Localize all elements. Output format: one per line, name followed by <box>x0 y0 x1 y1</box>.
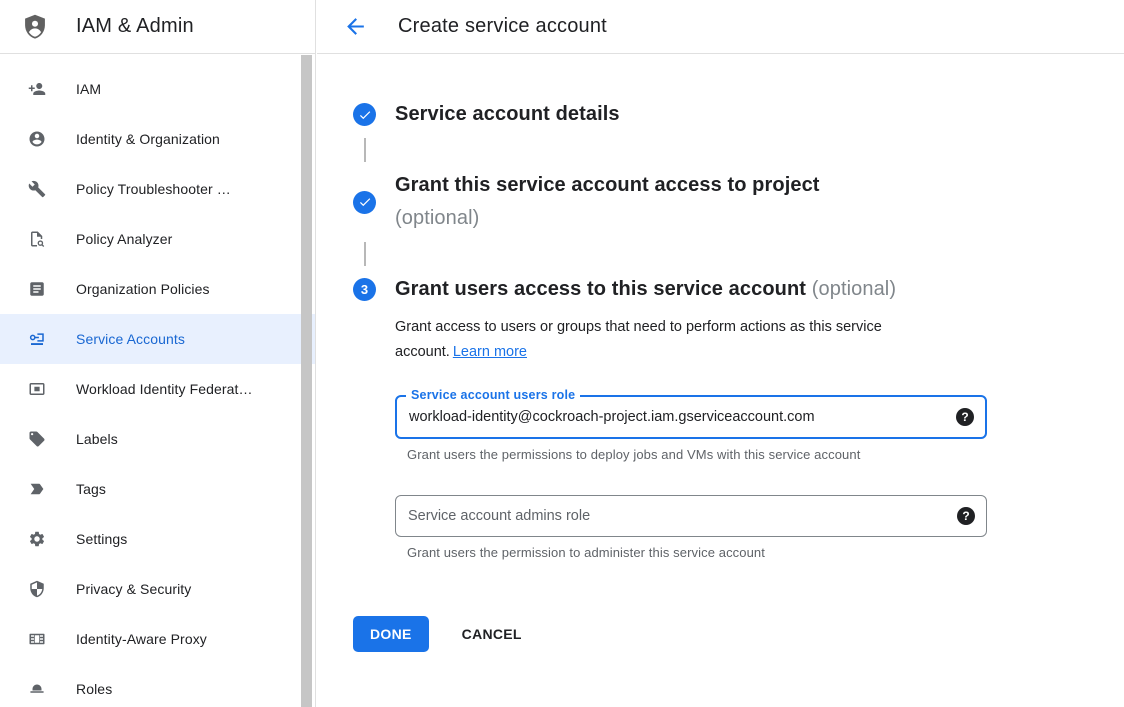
step-3-description: Grant access to users or groups that nee… <box>395 315 961 365</box>
sidebar-item-identity-aware-proxy[interactable]: Identity-Aware Proxy <box>0 614 315 664</box>
sidebar-item-label: Workload Identity Federat… <box>76 381 253 397</box>
step-3-title: Grant users access to this service accou… <box>395 278 806 300</box>
help-icon[interactable]: ? <box>956 408 974 426</box>
sidebar-item-label: Policy Analyzer <box>76 231 172 247</box>
step-3-optional-label: (optional) <box>812 278 896 300</box>
sidebar-nav: IAM Identity & Organization Policy Troub… <box>0 54 315 707</box>
step-2-optional-label: (optional) <box>395 202 820 235</box>
step-connector <box>364 242 366 266</box>
article-icon <box>28 280 46 298</box>
sidebar-item-label: Settings <box>76 531 127 547</box>
sidebar-item-label: Privacy & Security <box>76 581 191 597</box>
users-role-input[interactable] <box>409 409 929 425</box>
step-connector <box>364 138 366 162</box>
policy-analyzer-icon <box>28 230 46 248</box>
label-important-icon <box>28 480 46 498</box>
sidebar-item-identity-organization[interactable]: Identity & Organization <box>0 114 315 164</box>
sidebar-item-label: Identity & Organization <box>76 131 220 147</box>
page-header: Create service account <box>317 0 1124 54</box>
step-3-number-badge: 3 <box>353 278 376 301</box>
sidebar-item-tags[interactable]: Tags <box>0 464 315 514</box>
step-1-check-icon <box>353 103 376 126</box>
sidebar-item-labels[interactable]: Labels <box>0 414 315 464</box>
stepper-content: Service account details Grant this servi… <box>317 54 1124 652</box>
step-3-body: Grant users access to this service accou… <box>395 273 987 560</box>
gcp-console-window: IAM & Admin IAM Identity & Organization <box>0 0 1124 707</box>
sidebar-item-label: Labels <box>76 431 118 447</box>
learn-more-link[interactable]: Learn more <box>453 344 527 360</box>
sidebar-item-organization-policies[interactable]: Organization Policies <box>0 264 315 314</box>
form-actions: DONE CANCEL <box>353 616 1124 652</box>
id-card-icon <box>28 380 46 398</box>
step-3-grant-users-access: 3 Grant users access to this service acc… <box>353 273 1124 560</box>
page-title: Create service account <box>398 15 607 38</box>
account-circle-icon <box>28 130 46 148</box>
sidebar-item-privacy-security[interactable]: Privacy & Security <box>0 564 315 614</box>
hat-icon <box>28 680 46 698</box>
step-2-title: Grant this service account access to pro… <box>395 169 820 202</box>
users-role-field-container: Service account users role ? <box>395 395 987 439</box>
sidebar-item-label: Roles <box>76 681 112 697</box>
sidebar-item-roles[interactable]: Roles <box>0 664 315 707</box>
step-2-title-block: Grant this service account access to pro… <box>395 169 820 235</box>
step-2-check-icon <box>353 191 376 214</box>
sidebar-scrollbar[interactable] <box>301 55 312 707</box>
step-3-title-line: Grant users access to this service accou… <box>395 273 987 306</box>
help-icon[interactable]: ? <box>957 507 975 525</box>
gear-icon <box>28 530 46 548</box>
step-2-grant-access-to-project: Grant this service account access to pro… <box>353 169 1124 235</box>
sidebar-item-policy-analyzer[interactable]: Policy Analyzer <box>0 214 315 264</box>
step-1-title: Service account details <box>395 98 620 131</box>
sidebar-item-service-accounts[interactable]: Service Accounts <box>0 314 315 364</box>
back-arrow-icon[interactable] <box>343 14 368 39</box>
iam-admin-sidebar: IAM & Admin IAM Identity & Organization <box>0 0 316 707</box>
sidebar-item-settings[interactable]: Settings <box>0 514 315 564</box>
sidebar-item-label: IAM <box>76 81 101 97</box>
proxy-icon <box>28 630 46 648</box>
sidebar-item-label: Policy Troubleshooter … <box>76 181 231 197</box>
person-add-icon <box>28 80 46 98</box>
shield-icon <box>28 580 46 598</box>
service-account-icon <box>28 330 46 348</box>
admins-role-helper-text: Grant users the permission to administer… <box>407 545 987 560</box>
admins-role-field-container: ? <box>395 495 987 537</box>
users-role-helper-text: Grant users the permissions to deploy jo… <box>407 447 987 462</box>
tag-icon <box>28 430 46 448</box>
sidebar-item-policy-troubleshooter[interactable]: Policy Troubleshooter … <box>0 164 315 214</box>
sidebar-item-workload-identity-federation[interactable]: Workload Identity Federat… <box>0 364 315 414</box>
wrench-icon <box>28 180 46 198</box>
sidebar-item-iam[interactable]: IAM <box>0 64 315 114</box>
admins-role-input[interactable] <box>408 508 928 524</box>
sidebar-item-label: Tags <box>76 481 106 497</box>
done-button[interactable]: DONE <box>353 616 429 652</box>
main-panel: Create service account Service account d… <box>317 0 1124 707</box>
sidebar-title: IAM & Admin <box>76 15 194 38</box>
cancel-button[interactable]: CANCEL <box>446 616 538 652</box>
users-role-field-label: Service account users role <box>406 388 580 402</box>
sidebar-item-label: Identity-Aware Proxy <box>76 631 207 647</box>
sidebar-item-label: Organization Policies <box>76 281 210 297</box>
sidebar-item-label: Service Accounts <box>76 331 185 347</box>
step-1-service-account-details: Service account details <box>353 98 1124 131</box>
iam-admin-shield-logo-icon <box>21 13 49 41</box>
sidebar-header: IAM & Admin <box>0 0 315 54</box>
